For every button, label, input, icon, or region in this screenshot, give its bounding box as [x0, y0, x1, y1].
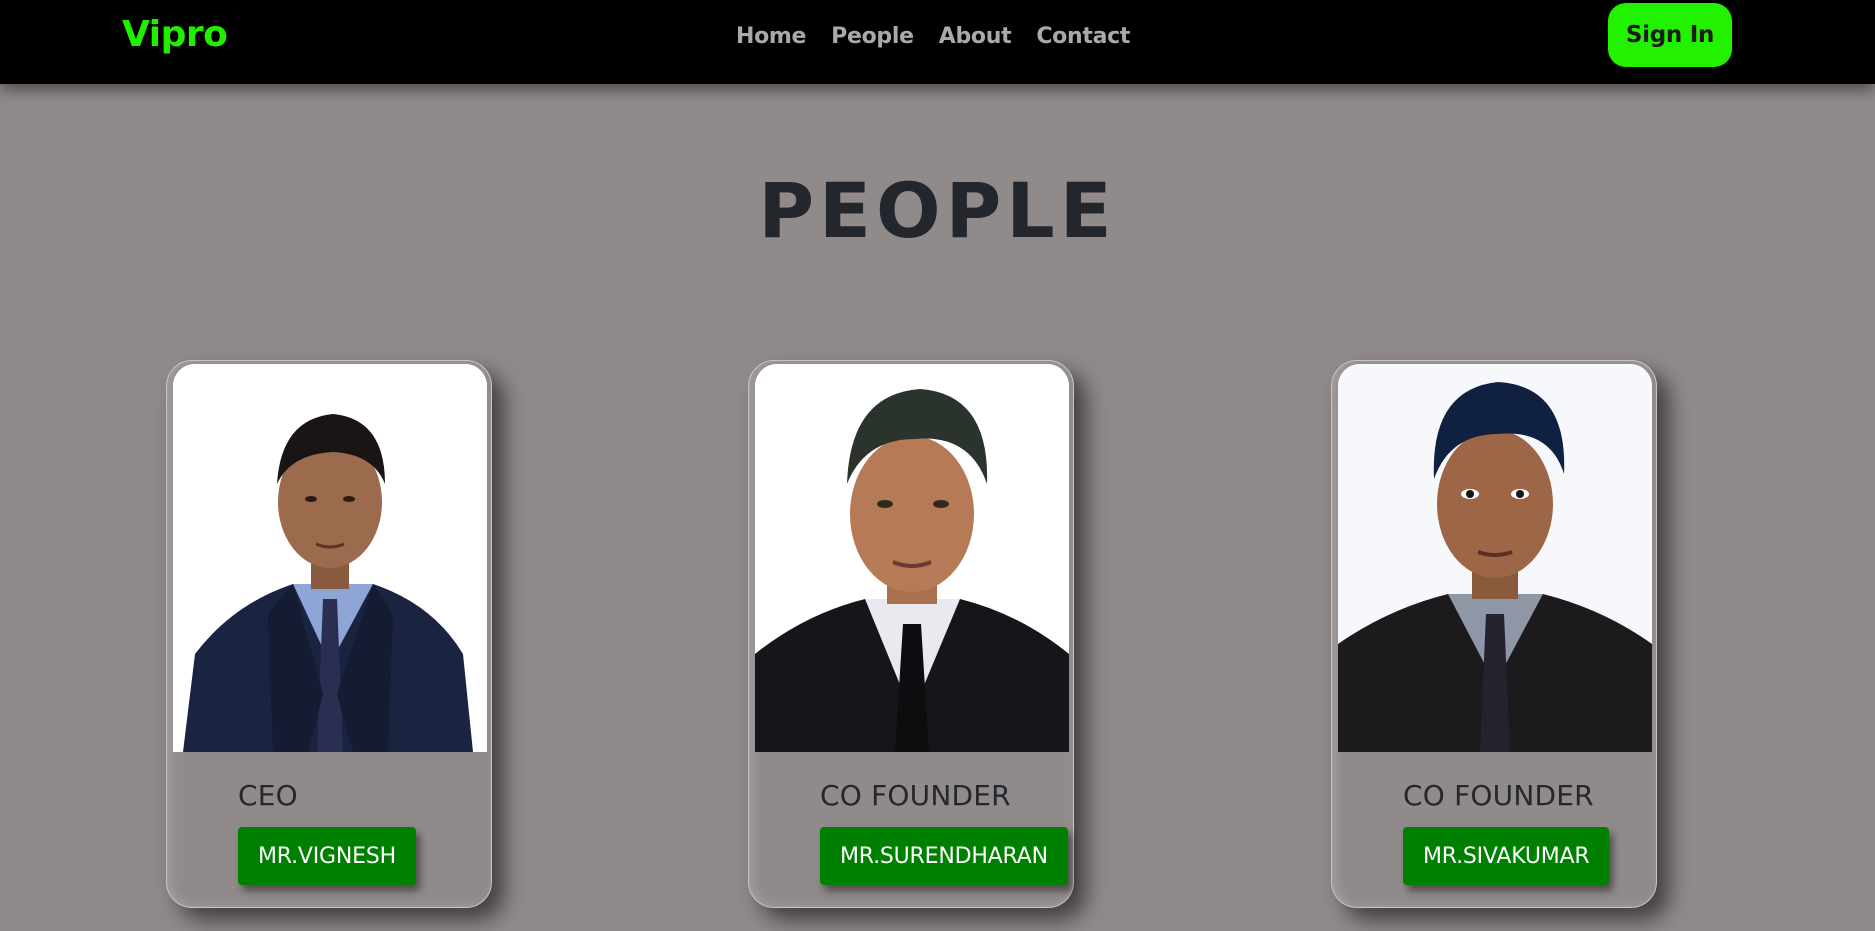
- person-photo: [1338, 364, 1652, 752]
- person-card: CO FOUNDER MR.SURENDHARAN: [748, 360, 1074, 908]
- person-role: CEO: [238, 779, 298, 812]
- person-card: CEO MR.VIGNESH: [166, 360, 492, 908]
- person-photo: [173, 364, 487, 752]
- person-name-button[interactable]: MR.SIVAKUMAR: [1403, 827, 1610, 885]
- person-role: CO FOUNDER: [1403, 779, 1594, 812]
- nav-link-people[interactable]: People: [831, 24, 914, 49]
- person-card: CO FOUNDER MR.SIVAKUMAR: [1331, 360, 1657, 908]
- person-portrait-image: [1338, 364, 1652, 752]
- nav-link-about[interactable]: About: [939, 24, 1012, 49]
- person-photo: [755, 364, 1069, 752]
- person-role: CO FOUNDER: [820, 779, 1011, 812]
- nav-link-home[interactable]: Home: [736, 24, 806, 49]
- nav-link-contact[interactable]: Contact: [1036, 24, 1130, 49]
- person-portrait-image: [173, 364, 487, 752]
- person-name-button[interactable]: MR.SURENDHARAN: [820, 827, 1068, 885]
- brand-logo[interactable]: Vipro: [122, 14, 228, 55]
- person-name-button[interactable]: MR.VIGNESH: [238, 827, 416, 885]
- navbar: Vipro Home People About Contact Sign In: [0, 0, 1875, 84]
- page-title: PEOPLE: [758, 166, 1117, 255]
- person-portrait-image: [755, 364, 1069, 752]
- sign-in-button[interactable]: Sign In: [1608, 3, 1732, 67]
- nav-links: Home People About Contact: [736, 24, 1130, 49]
